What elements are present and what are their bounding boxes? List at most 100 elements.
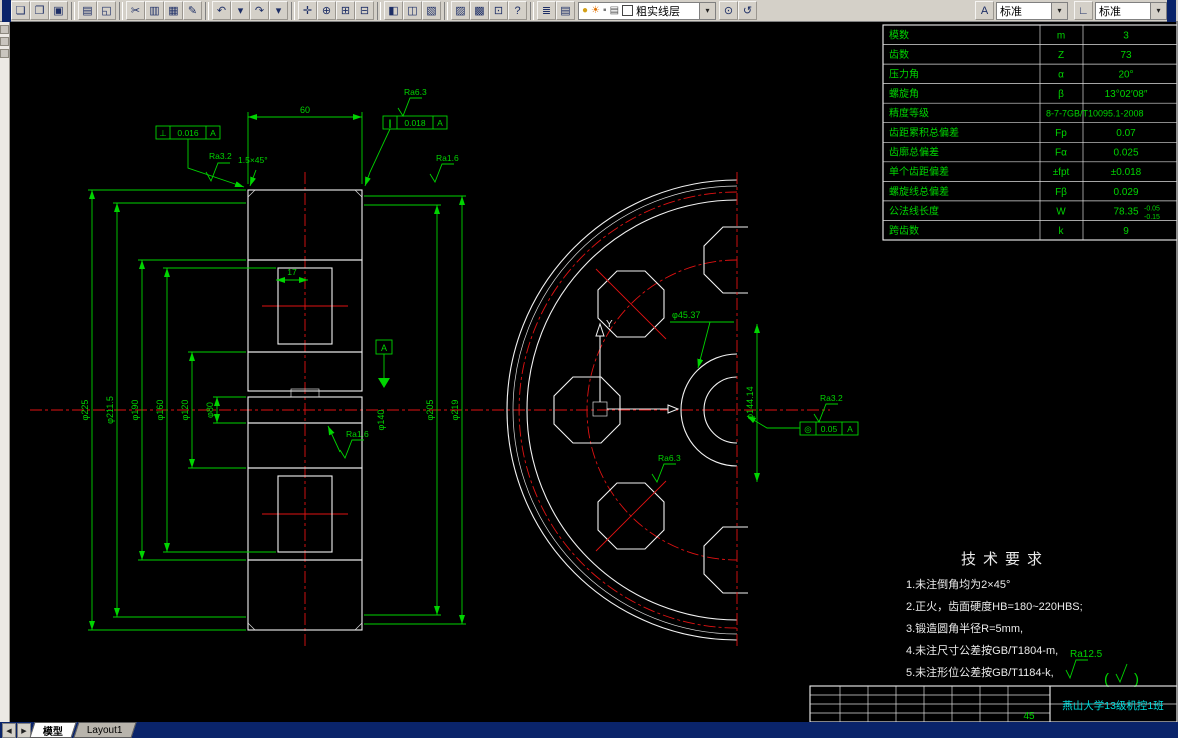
param-value: ±0.018 bbox=[1111, 167, 1142, 178]
param-name: 跨齿数 bbox=[889, 224, 919, 237]
material-label: 45 bbox=[1023, 711, 1035, 722]
dim-vertical: φ144.14 bbox=[745, 386, 755, 419]
svg-text:Ra1.6: Ra1.6 bbox=[436, 153, 459, 163]
dim-dia-4: φ160 bbox=[155, 400, 165, 421]
undo-list-button[interactable]: ▾ bbox=[231, 1, 250, 20]
zoom-realtime-button[interactable]: ⊕ bbox=[317, 1, 336, 20]
layer-plot-icon[interactable]: ▤ bbox=[610, 5, 619, 16]
roughness-ra32-face: Ra3.2 bbox=[813, 393, 843, 423]
toolbar-separator bbox=[205, 1, 209, 20]
dim-dia-2: φ211.5 bbox=[105, 396, 115, 424]
gdt-value: 0.018 bbox=[404, 118, 426, 128]
layer-on-icon[interactable]: ● bbox=[582, 5, 588, 16]
window-edge-right bbox=[1167, 0, 1176, 22]
quickcalc-button[interactable]: ⊡ bbox=[489, 1, 508, 20]
model-space[interactable]: 60 17 1.5×45° φ225 φ211.5 φ190 φ160 φ120… bbox=[10, 22, 1178, 723]
ucs-icon: Y bbox=[592, 319, 680, 417]
param-symbol: Fβ bbox=[1055, 187, 1067, 198]
cut-button[interactable]: ✂ bbox=[126, 1, 145, 20]
svg-text:Ra6.3: Ra6.3 bbox=[404, 87, 427, 97]
drawing-canvas[interactable]: 60 17 1.5×45° φ225 φ211.5 φ190 φ160 φ120… bbox=[10, 22, 1178, 723]
new-button[interactable]: ❏ bbox=[11, 1, 30, 20]
dim-hub: φ140 bbox=[376, 410, 386, 431]
text-style-dropdown[interactable]: 标准 ▾ bbox=[996, 1, 1068, 20]
roughness-ra32-left: Ra3.2 bbox=[205, 151, 232, 183]
redo-button[interactable]: ↷ bbox=[250, 1, 269, 20]
text-style-icon[interactable]: A bbox=[975, 1, 994, 20]
param-tol-lower: -0.15 bbox=[1144, 214, 1160, 221]
dim-dia-right-2: φ219 bbox=[450, 400, 460, 421]
left-dock-strip bbox=[0, 22, 10, 722]
tech-requirement-item: 4.未注尺寸公差按GB/T1804-m, bbox=[906, 643, 1058, 657]
dim-style-icon[interactable]: ∟ bbox=[1074, 1, 1093, 20]
undo-button[interactable]: ↶ bbox=[212, 1, 231, 20]
class-name: 燕山大学13级机控1班 bbox=[1062, 699, 1164, 712]
datum-label: A bbox=[381, 343, 387, 353]
dim-style-control: ∟ 标准 ▾ bbox=[1074, 1, 1167, 20]
dim-style-dropdown-arrow[interactable]: ▾ bbox=[1150, 2, 1166, 19]
param-name: 齿数 bbox=[889, 48, 909, 61]
param-value: 13°02′08″ bbox=[1105, 89, 1148, 100]
zoom-window-button[interactable]: ⊞ bbox=[336, 1, 355, 20]
make-object-layer-current-button[interactable]: ⊙ bbox=[719, 1, 738, 20]
gdt-datum: A bbox=[437, 118, 443, 128]
param-name: 螺旋角 bbox=[889, 87, 919, 100]
properties-button[interactable]: ◧ bbox=[384, 1, 403, 20]
layer-lock-icon[interactable]: ▪ bbox=[603, 5, 607, 16]
default-roughness-value: Ra12.5 bbox=[1070, 649, 1103, 660]
tool-palettes-button[interactable]: ▧ bbox=[422, 1, 441, 20]
open-button[interactable]: ❐ bbox=[30, 1, 49, 20]
param-value: 0.029 bbox=[1113, 187, 1138, 198]
dim-dia-3: φ190 bbox=[130, 400, 140, 421]
chamfer-note: 1.5×45° bbox=[238, 155, 268, 165]
layer-freeze-icon[interactable]: ☀ bbox=[591, 5, 600, 16]
help-button[interactable]: ? bbox=[508, 1, 527, 20]
plot-button[interactable]: ▤ bbox=[78, 1, 97, 20]
plot-preview-button[interactable]: ◱ bbox=[97, 1, 116, 20]
dim-dia-1: φ225 bbox=[80, 400, 90, 421]
left-view-dimensions: 60 17 1.5×45° φ225 φ211.5 φ190 φ160 φ120… bbox=[80, 87, 466, 631]
layer-states-button[interactable]: ▤ bbox=[556, 1, 575, 20]
tab-scroll-left-button[interactable]: ◀ bbox=[2, 723, 16, 738]
standard-toolbar: ❏ ❐ ▣ ▤ ◱ ✂ ▥ ▦ ✎ ↶ ▾ ↷ ▾ ✛ ⊕ ⊞ ⊟ ◧ ◫ ▧ ▨ ▩ ⊡? ≣ ▤ bbox=[11, 1, 575, 20]
tab-layout1[interactable]: Layout1 bbox=[73, 722, 137, 738]
sheet-set-manager-button[interactable]: ▨ bbox=[451, 1, 470, 20]
designcenter-button[interactable]: ◫ bbox=[403, 1, 422, 20]
svg-text:Ra3.2: Ra3.2 bbox=[820, 393, 843, 403]
param-value: 73 bbox=[1120, 50, 1132, 61]
dock-icon-3[interactable] bbox=[0, 49, 9, 58]
layer-dropdown-arrow[interactable]: ▾ bbox=[699, 2, 715, 19]
dock-icon-1[interactable] bbox=[0, 25, 9, 34]
gdt-symbol: ◎ bbox=[804, 424, 812, 434]
tolerance-frame-right: ∥ 0.018 A bbox=[364, 115, 448, 187]
save-button[interactable]: ▣ bbox=[49, 1, 68, 20]
markup-set-manager-button[interactable]: ▩ bbox=[470, 1, 489, 20]
param-symbol: α bbox=[1058, 70, 1064, 81]
paste-button[interactable]: ▦ bbox=[164, 1, 183, 20]
text-style-dropdown-arrow[interactable]: ▾ bbox=[1051, 2, 1067, 19]
param-symbol: ±fpt bbox=[1053, 167, 1070, 178]
param-name: 单个齿距偏差 bbox=[889, 165, 949, 178]
param-name: 模数 bbox=[889, 28, 909, 41]
zoom-previous-button[interactable]: ⊟ bbox=[355, 1, 374, 20]
param-symbol: β bbox=[1058, 89, 1064, 100]
pan-button[interactable]: ✛ bbox=[298, 1, 317, 20]
gdt-datum: A bbox=[210, 128, 216, 138]
main-toolbar: ❏ ❐ ▣ ▤ ◱ ✂ ▥ ▦ ✎ ↶ ▾ ↷ ▾ ✛ ⊕ ⊞ ⊟ ◧ ◫ ▧ ▨ ▩ ⊡? ≣ ▤ ● ☀ ▪ ▤ 粗实线层 … bbox=[0, 0, 1178, 22]
layer-dropdown[interactable]: ● ☀ ▪ ▤ 粗实线层 ▾ bbox=[578, 1, 716, 20]
layer-previous-button[interactable]: ↺ bbox=[738, 1, 757, 20]
gdt-value: 0.016 bbox=[177, 128, 199, 138]
copy-button[interactable]: ▥ bbox=[145, 1, 164, 20]
layer-properties-manager-button[interactable]: ≣ bbox=[537, 1, 556, 20]
gdt-value: 0.05 bbox=[821, 424, 838, 434]
title-block: 45 燕山大学13级机控1班 bbox=[809, 685, 1178, 723]
dim-style-dropdown[interactable]: 标准 ▾ bbox=[1095, 1, 1167, 20]
tab-model[interactable]: 模型 bbox=[29, 722, 77, 738]
dock-icon-2[interactable] bbox=[0, 37, 9, 46]
layer-color-swatch bbox=[622, 5, 634, 16]
match-properties-button[interactable]: ✎ bbox=[183, 1, 202, 20]
redo-list-button[interactable]: ▾ bbox=[269, 1, 288, 20]
param-value: 78.35 bbox=[1113, 206, 1138, 217]
current-layer-name: 粗实线层 bbox=[636, 5, 681, 18]
toolbar-separator bbox=[119, 1, 123, 20]
